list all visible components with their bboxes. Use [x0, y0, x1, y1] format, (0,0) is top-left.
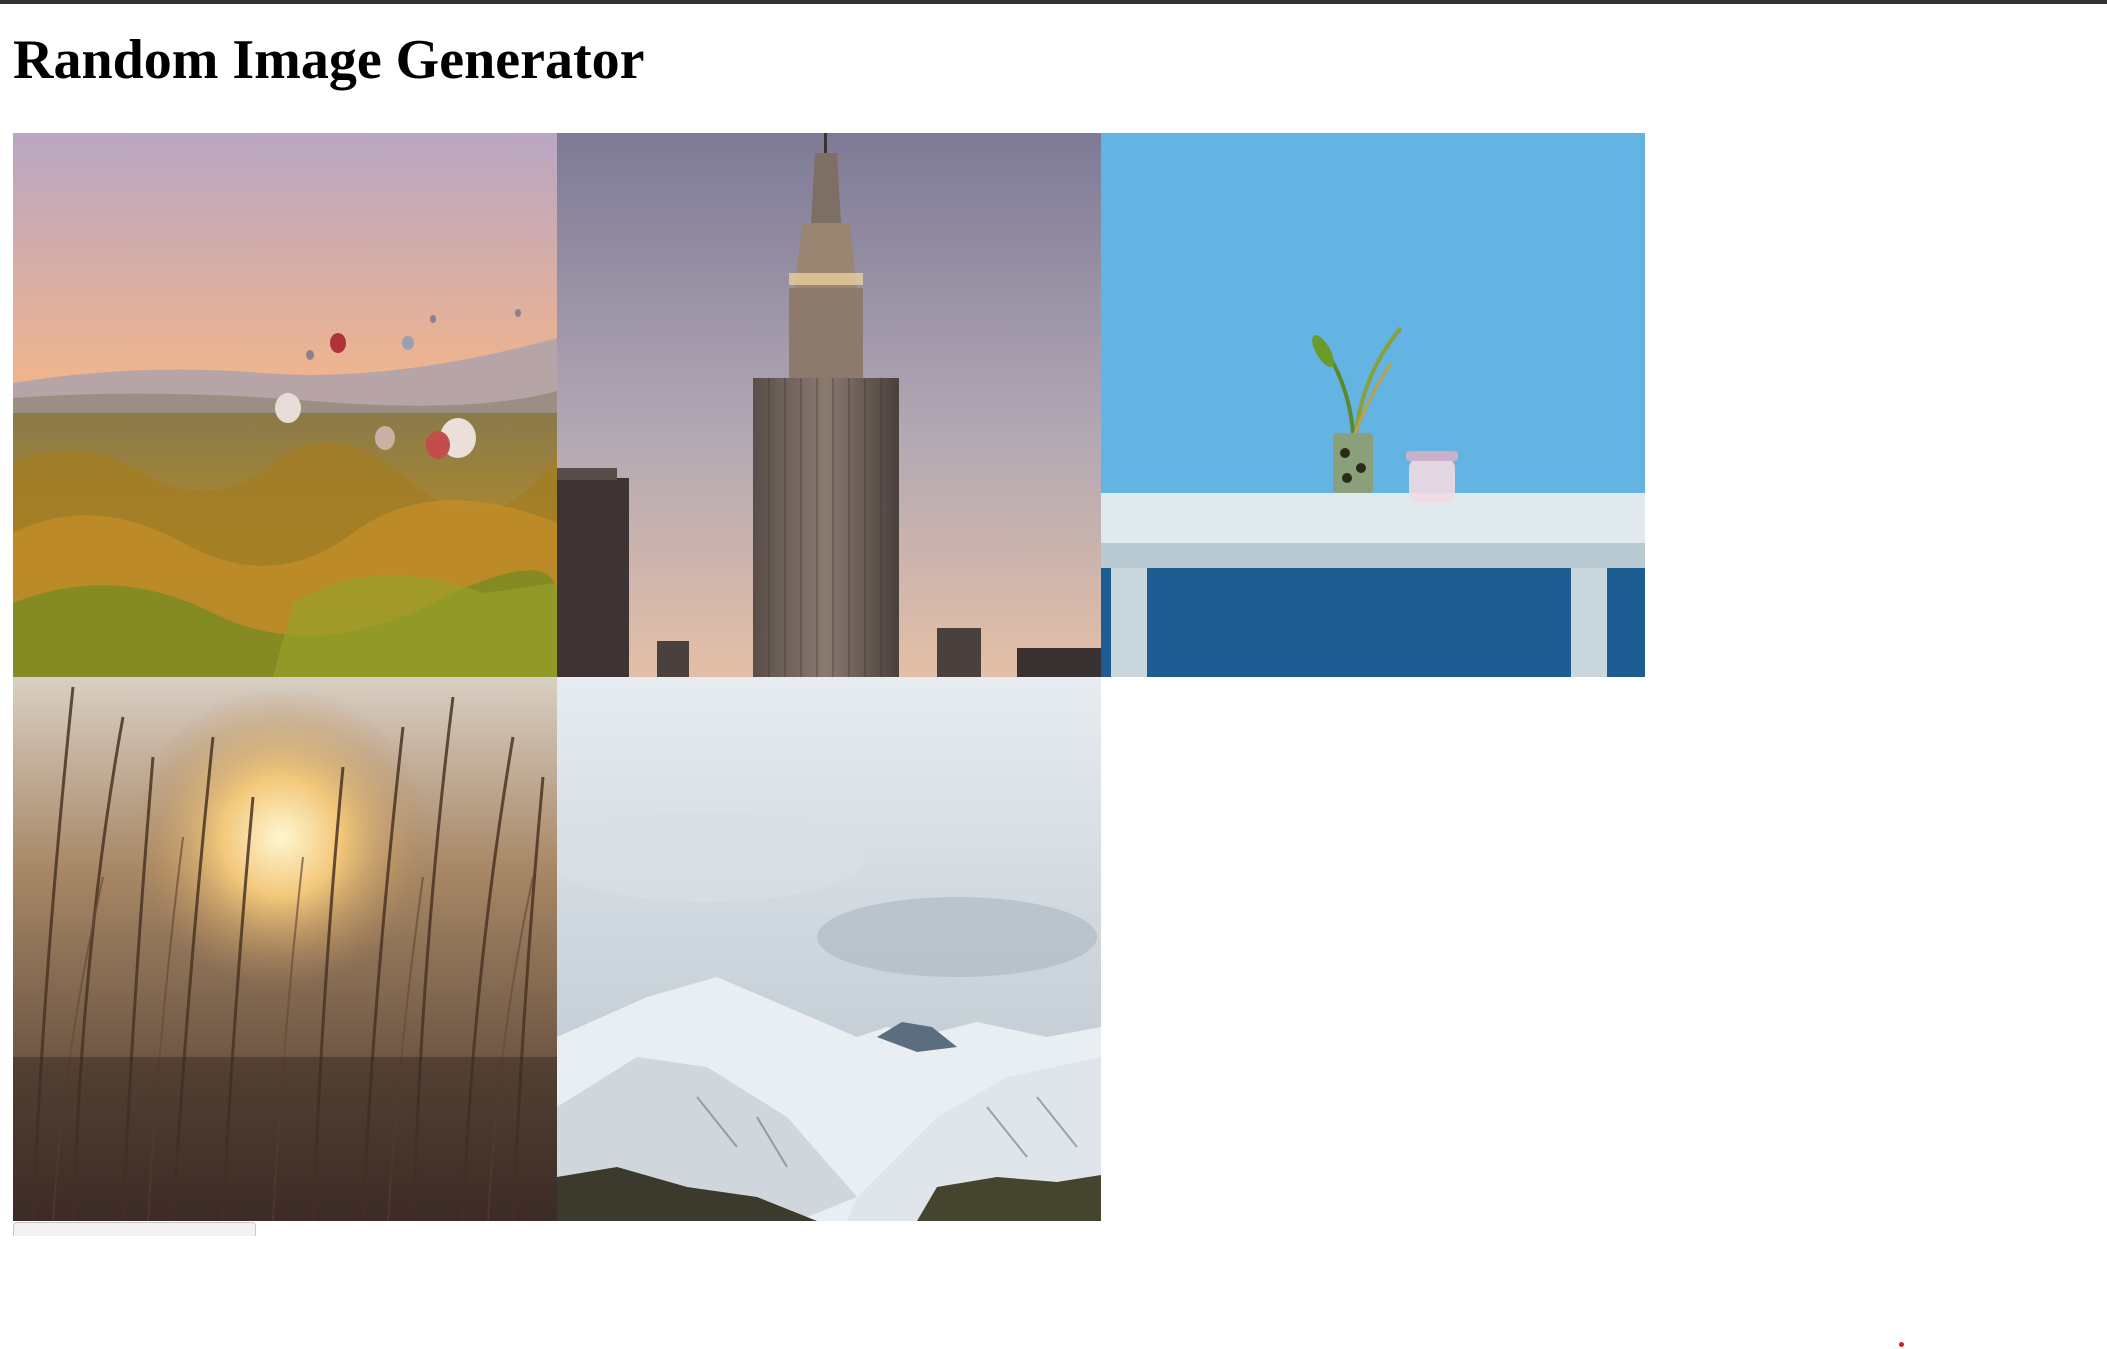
image-reeds-sunset — [13, 677, 557, 1221]
image-snowy-mountains — [557, 677, 1101, 1221]
browser-top-edge — [0, 0, 2107, 4]
image-skyscraper — [557, 133, 1101, 677]
cursor-dot — [1899, 1342, 1904, 1347]
image-plant-table — [1101, 133, 1645, 677]
generate-button[interactable] — [13, 1222, 256, 1236]
page-title: Random Image Generator — [13, 29, 645, 91]
image-grid — [13, 133, 1647, 1221]
image-hot-air-balloons — [13, 133, 557, 677]
